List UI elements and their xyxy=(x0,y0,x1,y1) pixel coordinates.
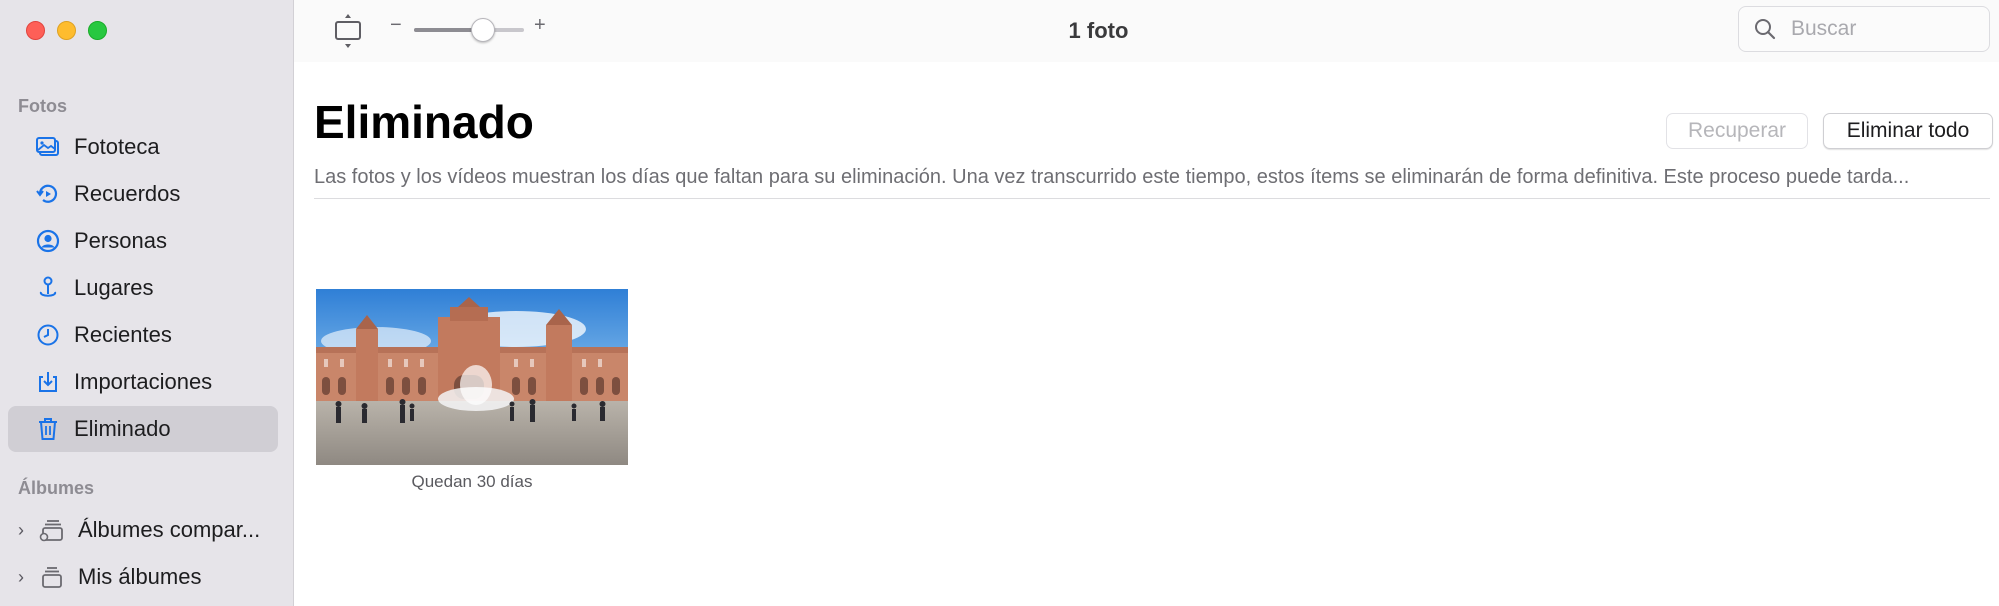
map-pin-icon xyxy=(34,274,62,302)
sidebar-item-label: Importaciones xyxy=(74,369,213,394)
clock-icon xyxy=(34,321,62,349)
sidebar-item-label: Álbumes compar... xyxy=(78,517,261,542)
section-header-fotos: Fotos xyxy=(18,96,67,116)
chevron-right-icon[interactable]: › xyxy=(18,567,32,588)
sidebar-item-recientes[interactable]: Recientes xyxy=(8,312,278,358)
section-header-albumes: Álbumes xyxy=(18,478,95,498)
sidebar-item-importaciones[interactable]: Importaciones xyxy=(8,359,278,405)
sidebar-item-albumes-compartidos[interactable]: › Álbumes compar... xyxy=(8,507,278,553)
recover-button[interactable]: Recuperar xyxy=(1666,113,1808,149)
sidebar-item-lugares[interactable]: Lugares xyxy=(8,265,278,311)
chevron-right-icon[interactable]: › xyxy=(18,520,32,541)
photo-days-remaining: Quedan 30 días xyxy=(411,472,533,491)
sidebar-item-personas[interactable]: Personas xyxy=(8,218,278,264)
sidebar-item-eliminado[interactable]: Eliminado xyxy=(8,406,278,452)
sidebar-item-label: Eliminado xyxy=(74,416,171,441)
trash-icon xyxy=(34,415,62,443)
albums-stack-icon xyxy=(38,563,66,591)
minimize-window-button[interactable] xyxy=(57,21,76,40)
delete-all-button[interactable]: Eliminar todo xyxy=(1823,113,1993,149)
sidebar-item-label: Personas xyxy=(74,228,167,253)
sidebar-item-label: Lugares xyxy=(74,275,154,300)
deletion-info-text: Las fotos y los vídeos muestran los días… xyxy=(314,166,1910,188)
page-title: Eliminado xyxy=(314,96,534,148)
import-icon xyxy=(34,368,62,396)
search-field[interactable] xyxy=(1738,6,1990,52)
maximize-window-button[interactable] xyxy=(88,21,107,40)
search-input[interactable] xyxy=(1789,16,1983,42)
sidebar-item-label: Recientes xyxy=(74,322,172,347)
search-icon xyxy=(1755,19,1776,40)
person-icon xyxy=(34,227,62,255)
sidebar-item-label: Mis álbumes xyxy=(78,564,202,589)
fit-view-toggle-icon[interactable] xyxy=(330,12,366,50)
photo-library-icon xyxy=(34,133,62,161)
divider xyxy=(314,198,1990,199)
toolbar: − + 1 foto xyxy=(294,0,1999,62)
window-controls xyxy=(26,21,107,40)
close-window-button[interactable] xyxy=(26,21,45,40)
shared-albums-icon xyxy=(38,516,66,544)
memories-icon xyxy=(34,180,62,208)
zoom-slider-thumb[interactable] xyxy=(471,18,496,42)
sidebar: Fotos Fototeca Recuerdos Personas Lugare… xyxy=(0,0,294,606)
zoom-out-button[interactable]: − xyxy=(390,14,402,37)
zoom-slider[interactable] xyxy=(414,18,524,42)
photo-thumbnail[interactable] xyxy=(316,289,628,465)
item-count-title: 1 foto xyxy=(1068,18,1129,43)
sidebar-item-label: Fototeca xyxy=(74,134,160,159)
sidebar-item-recuerdos[interactable]: Recuerdos xyxy=(8,171,278,217)
sidebar-item-mis-albumes[interactable]: › Mis álbumes xyxy=(8,554,278,600)
zoom-in-button[interactable]: + xyxy=(534,14,546,37)
sidebar-item-fototeca[interactable]: Fototeca xyxy=(8,124,278,170)
sidebar-item-label: Recuerdos xyxy=(74,181,181,206)
